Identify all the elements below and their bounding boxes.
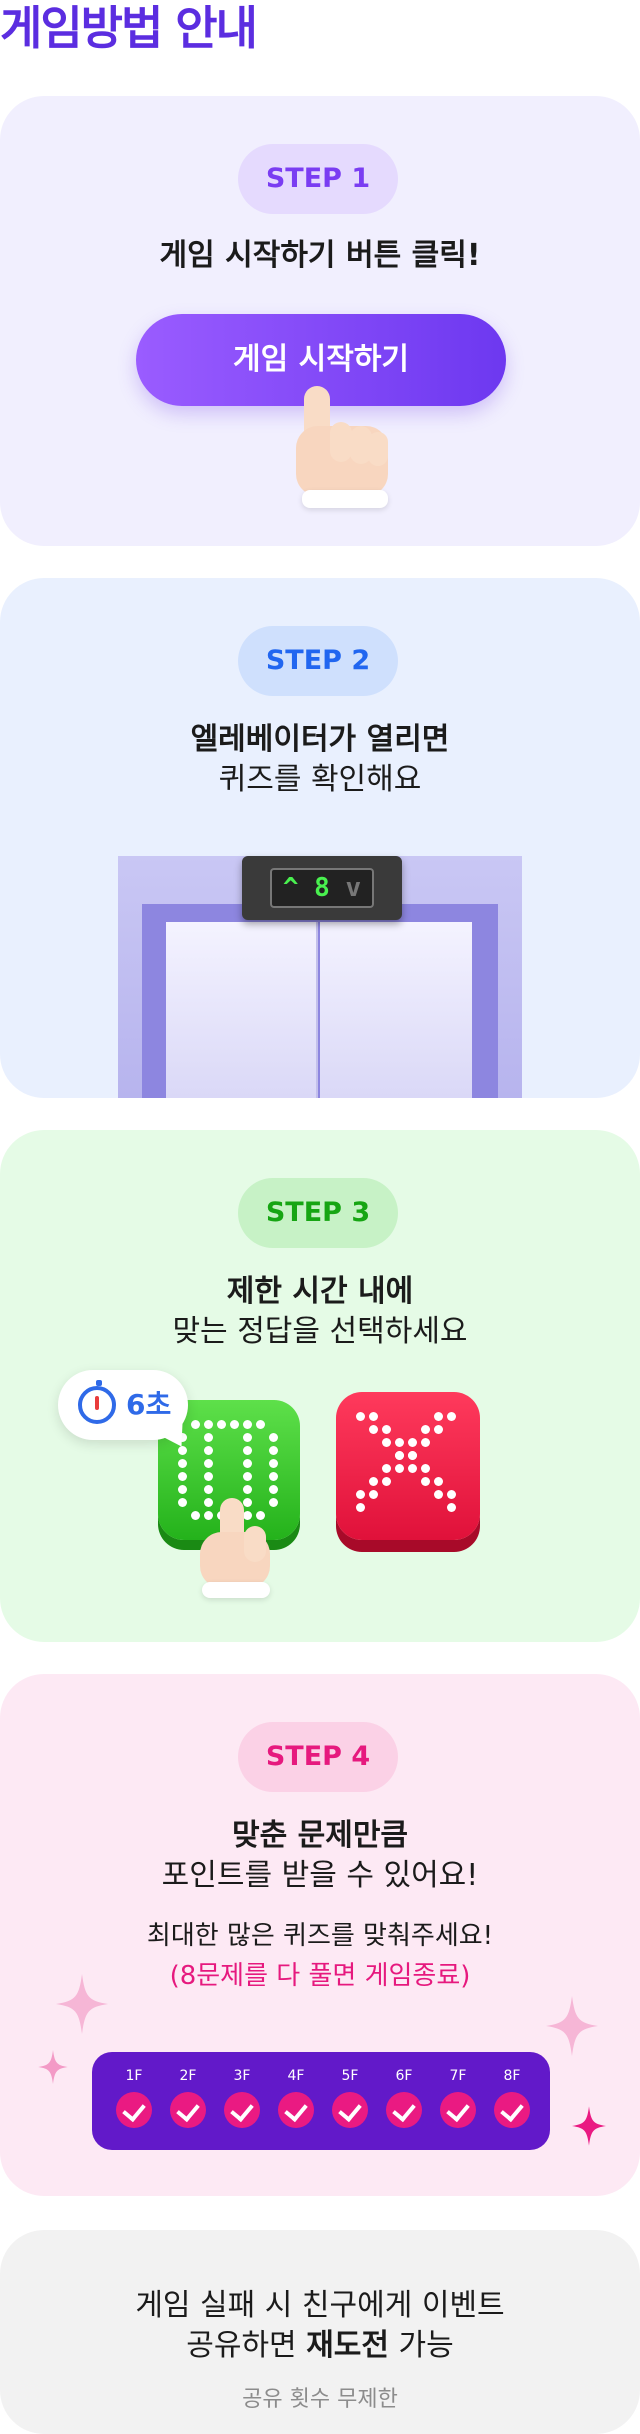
retry-line-2-suffix: 가능	[389, 2328, 454, 2363]
elevator-icon: ^ 8 v	[118, 856, 522, 1098]
step-2-text-bold: 엘레베이터가 열리면	[190, 722, 450, 757]
floor-label: 1F	[125, 2068, 143, 2084]
step-4-note: 최대한 많은 퀴즈를 맞춰주세요!	[146, 1921, 494, 1951]
sparkle-icon	[38, 2050, 68, 2084]
timer-bubble: 6초	[58, 1370, 188, 1440]
step-3-card: STEP 3 제한 시간 내에 맞는 정답을 선택하세요 6초	[0, 1130, 640, 1642]
check-icon	[170, 2092, 206, 2128]
floor-item: 7F	[438, 2066, 478, 2128]
floor-item: 1F	[114, 2066, 154, 2128]
retry-line-2: 공유하면 재도전 가능	[0, 2326, 640, 2366]
retry-line-2-bold: 재도전	[306, 2328, 389, 2363]
floor-progress-bar: 1F 2F 3F 4F 5F 6F 7F 8F	[92, 2052, 550, 2150]
step-1-card: STEP 1 게임 시작하기 버튼 클릭! 게임 시작하기	[0, 96, 640, 546]
arrow-up-icon: ^	[282, 873, 299, 903]
step-4-card: STEP 4 맞춘 문제만큼 포인트를 받을 수 있어요! 최대한 많은 퀴즈를…	[0, 1674, 640, 2196]
sparkle-icon	[572, 2106, 606, 2146]
step-3-badge: STEP 3	[238, 1178, 398, 1248]
floor-label: 7F	[449, 2068, 467, 2084]
step-3-text-bold: 제한 시간 내에	[226, 1274, 414, 1309]
check-icon	[440, 2092, 476, 2128]
retry-line-2-prefix: 공유하면	[186, 2328, 307, 2363]
floor-label: 5F	[341, 2068, 359, 2084]
floor-label: 8F	[503, 2068, 521, 2084]
check-icon	[224, 2092, 260, 2128]
floor-display: ^ 8 v	[242, 856, 402, 920]
step-2-text: 퀴즈를 확인해요	[218, 762, 422, 797]
floor-item: 8F	[492, 2066, 532, 2128]
floor-item: 2F	[168, 2066, 208, 2128]
floor-item: 3F	[222, 2066, 262, 2128]
floor-item: 5F	[330, 2066, 370, 2128]
step-2-badge: STEP 2	[238, 626, 398, 696]
check-icon	[116, 2092, 152, 2128]
step-3-text: 맞는 정답을 선택하세요	[172, 1314, 468, 1349]
step-4-text: 포인트를 받을 수 있어요!	[161, 1858, 479, 1893]
retry-line-1: 게임 실패 시 친구에게 이벤트	[135, 2288, 505, 2323]
step-4-text-bold: 맞춘 문제만큼	[231, 1818, 409, 1853]
sparkle-icon	[56, 1974, 108, 2034]
floor-item: 4F	[276, 2066, 316, 2128]
floor-label: 6F	[395, 2068, 413, 2084]
retry-card: 게임 실패 시 친구에게 이벤트 공유하면 재도전 가능 공유 횟수 무제한	[0, 2230, 640, 2434]
page-title: 게임방법 안내	[0, 1, 258, 55]
stopwatch-icon	[78, 1380, 116, 1424]
check-icon	[494, 2092, 530, 2128]
step-4-badge: STEP 4	[238, 1722, 398, 1792]
step-1-text: 게임 시작하기 버튼 클릭!	[159, 238, 481, 273]
elevator-door-left	[166, 922, 318, 1098]
floor-display-screen: ^ 8 v	[270, 868, 374, 908]
page: 게임방법 안내 STEP 1 게임 시작하기 버튼 클릭! 게임 시작하기 ST…	[0, 0, 640, 2434]
floor-item: 6F	[384, 2066, 424, 2128]
floor-label: 2F	[179, 2068, 197, 2084]
floor-digit: 8	[314, 873, 330, 903]
floor-label: 3F	[233, 2068, 251, 2084]
check-icon	[332, 2092, 368, 2128]
timer-text: 6초	[126, 1388, 172, 1421]
check-icon	[278, 2092, 314, 2128]
check-icon	[386, 2092, 422, 2128]
elevator-door-right	[320, 922, 472, 1098]
sparkle-icon	[546, 1996, 598, 2056]
step-1-badge: STEP 1	[238, 144, 398, 214]
floor-label: 4F	[287, 2068, 305, 2084]
retry-sub: 공유 횟수 무제한	[242, 2387, 398, 2412]
x-answer-icon	[336, 1392, 480, 1540]
arrow-down-icon: v	[345, 873, 362, 903]
step-2-card: STEP 2 엘레베이터가 열리면 퀴즈를 확인해요 ^ 8 v	[0, 578, 640, 1098]
